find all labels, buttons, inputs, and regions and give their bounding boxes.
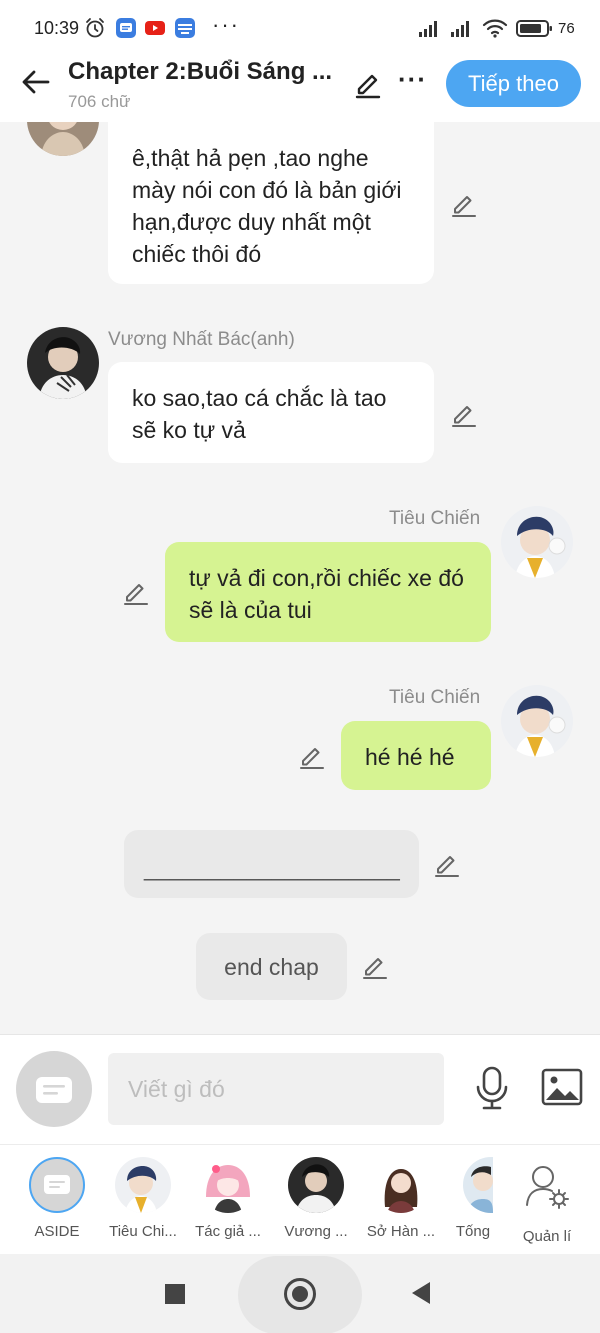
chat-area: ê,thật hả pẹn ,tao nghe mày nói con đó l… <box>0 122 600 1034</box>
character-selector: ASIDE Tiêu Chi... Tác giả ... Vương ... … <box>0 1144 600 1254</box>
home-icon[interactable] <box>284 1278 316 1310</box>
back-arrow-icon[interactable] <box>18 64 54 100</box>
character-label: Tiêu Chi... <box>109 1223 177 1240</box>
character-aside[interactable]: ASIDE <box>15 1157 99 1240</box>
more-dots-icon: ··· <box>212 12 240 37</box>
aside-text: ____________________ <box>144 855 400 881</box>
status-time: 10:39 <box>34 18 80 38</box>
composer-bar <box>0 1034 600 1144</box>
edit-message-icon[interactable] <box>450 400 478 428</box>
back-icon[interactable] <box>412 1282 430 1304</box>
avatar-tieu-chien[interactable] <box>501 685 573 757</box>
signal-icon <box>419 21 437 37</box>
character-avatar <box>200 1157 256 1213</box>
noveltoon-icon <box>175 18 195 38</box>
sender-name: Vương Nhất Bác(anh) <box>108 329 295 350</box>
status-bar: 10:39 ··· 76 <box>0 0 600 56</box>
message-input[interactable] <box>108 1053 444 1125</box>
avatar-tieu-chien[interactable] <box>501 506 573 578</box>
message-text: ê,thật hả pẹn ,tao nghe mày nói con đó l… <box>132 145 402 267</box>
character-tieu-chien[interactable]: Tiêu Chi... <box>101 1157 185 1240</box>
sender-name: Tiêu Chiến <box>389 508 481 529</box>
battery-icon <box>516 20 552 37</box>
edit-message-icon[interactable] <box>122 578 150 606</box>
message-bubble[interactable]: tự vả đi con,rồi chiếc xe đó sẽ là của t… <box>165 542 491 642</box>
more-options-icon[interactable]: ··· <box>398 64 427 95</box>
chapter-title[interactable]: Chapter 2:Buổi Sáng ... <box>68 58 340 86</box>
aside-avatar <box>29 1157 85 1213</box>
character-avatar <box>288 1157 344 1213</box>
aside-mode-button[interactable] <box>16 1051 92 1127</box>
character-label: ASIDE <box>34 1223 80 1240</box>
character-label: Tống <box>455 1223 491 1240</box>
avatar-vuong-nhat-bac[interactable] <box>27 327 99 399</box>
battery-level: 76 <box>558 20 575 37</box>
microphone-icon[interactable] <box>472 1065 512 1111</box>
character-avatar <box>463 1157 493 1213</box>
manage-characters-button[interactable]: Quản lí <box>505 1157 589 1245</box>
character-tac-gia[interactable]: Tác giả ... <box>186 1157 270 1240</box>
character-avatar <box>115 1157 171 1213</box>
character-avatar <box>373 1157 429 1213</box>
chat-bubble-icon <box>36 1077 72 1103</box>
character-vuong[interactable]: Vương ... <box>274 1157 358 1240</box>
message-text: ko sao,tao cá chắc là tao sẽ ko tự vả <box>132 385 387 443</box>
character-tong[interactable]: Tống <box>431 1157 515 1240</box>
messages-icon <box>116 18 136 38</box>
alarm-icon <box>86 18 104 38</box>
chapter-header: Chapter 2:Buổi Sáng ... 706 chữ ··· Tiếp… <box>0 56 600 122</box>
character-label: Vương ... <box>284 1223 348 1240</box>
character-label: Quản lí <box>522 1228 572 1245</box>
system-nav-bar <box>0 1254 600 1333</box>
edit-message-icon[interactable] <box>298 742 326 770</box>
message-text: hé hé hé <box>365 744 455 770</box>
edit-title-icon[interactable] <box>352 68 384 100</box>
message-bubble[interactable]: hé hé hé <box>341 721 491 790</box>
edit-message-icon[interactable] <box>361 952 389 980</box>
aside-text: end chap <box>224 954 319 980</box>
edit-message-icon[interactable] <box>433 850 461 878</box>
wifi-icon <box>482 19 508 38</box>
word-count: 706 chữ <box>68 92 131 111</box>
image-icon[interactable] <box>540 1067 584 1107</box>
signal-icon <box>451 21 469 37</box>
avatar <box>27 122 99 156</box>
message-bubble[interactable]: ê,thật hả pẹn ,tao nghe mày nói con đó l… <box>108 122 434 284</box>
aside-bubble[interactable]: end chap <box>196 933 347 1000</box>
edit-message-icon[interactable] <box>450 190 478 218</box>
sender-name: Tiêu Chiến <box>389 687 481 708</box>
aside-bubble[interactable]: ____________________ <box>124 830 419 898</box>
next-chapter-button[interactable]: Tiếp theo <box>446 60 581 107</box>
youtube-icon <box>145 21 165 35</box>
manage-user-icon <box>526 1166 569 1209</box>
character-label: Tác giả ... <box>195 1223 261 1240</box>
message-text: tự vả đi con,rồi chiếc xe đó sẽ là của t… <box>189 565 464 623</box>
recent-apps-icon[interactable] <box>165 1284 185 1304</box>
message-bubble[interactable]: ko sao,tao cá chắc là tao sẽ ko tự vả <box>108 362 434 463</box>
